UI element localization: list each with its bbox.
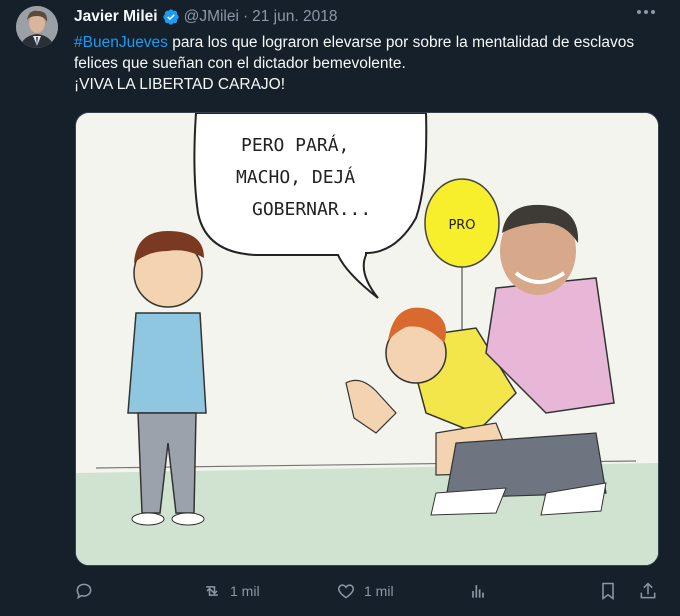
tweet-text: #BuenJueves para los que lograron elevar… (74, 32, 664, 95)
reply-icon (76, 583, 92, 600)
views-icon (472, 585, 484, 598)
retweet-count: 1 mil (230, 583, 260, 599)
tweet-body-line2: ¡VIVA LA LIBERTAD CARAJO! (74, 76, 286, 93)
retweet-button[interactable]: 1 mil (202, 578, 260, 604)
avatar[interactable] (16, 6, 58, 48)
like-button[interactable]: 1 mil (336, 578, 394, 604)
retweet-icon (206, 586, 218, 596)
hashtag-link[interactable]: #BuenJueves (74, 34, 168, 51)
speech-line-1: PERO PARÁ, (241, 134, 349, 156)
share-icon (640, 582, 656, 599)
action-bar: 1 mil 1 mil (74, 578, 664, 604)
more-icon[interactable] (634, 2, 658, 22)
separator-dot: · (242, 8, 249, 25)
author-name[interactable]: Javier Milei (74, 8, 158, 26)
bookmark-icon (602, 582, 614, 600)
speech-line-3: GOBERNAR... (252, 199, 371, 220)
balloon-label: PRO (448, 218, 475, 233)
tweet-header: Javier Milei @JMilei · 21 jun. 2018 (74, 6, 660, 28)
bookmark-button[interactable] (598, 578, 618, 604)
author-handle[interactable]: @JMilei (184, 8, 239, 26)
views-button[interactable] (468, 578, 496, 604)
speech-line-2: MACHO, DEJÁ (236, 166, 355, 188)
like-icon (337, 584, 355, 599)
verified-badge-icon (162, 9, 179, 25)
tweet-media-image[interactable]: PERO PARÁ, MACHO, DEJÁ GOBERNAR... PRO (75, 112, 659, 566)
tweet-date[interactable]: 21 jun. 2018 (252, 8, 337, 26)
like-count: 1 mil (364, 583, 394, 599)
reply-button[interactable] (74, 578, 102, 604)
share-button[interactable] (638, 578, 658, 604)
